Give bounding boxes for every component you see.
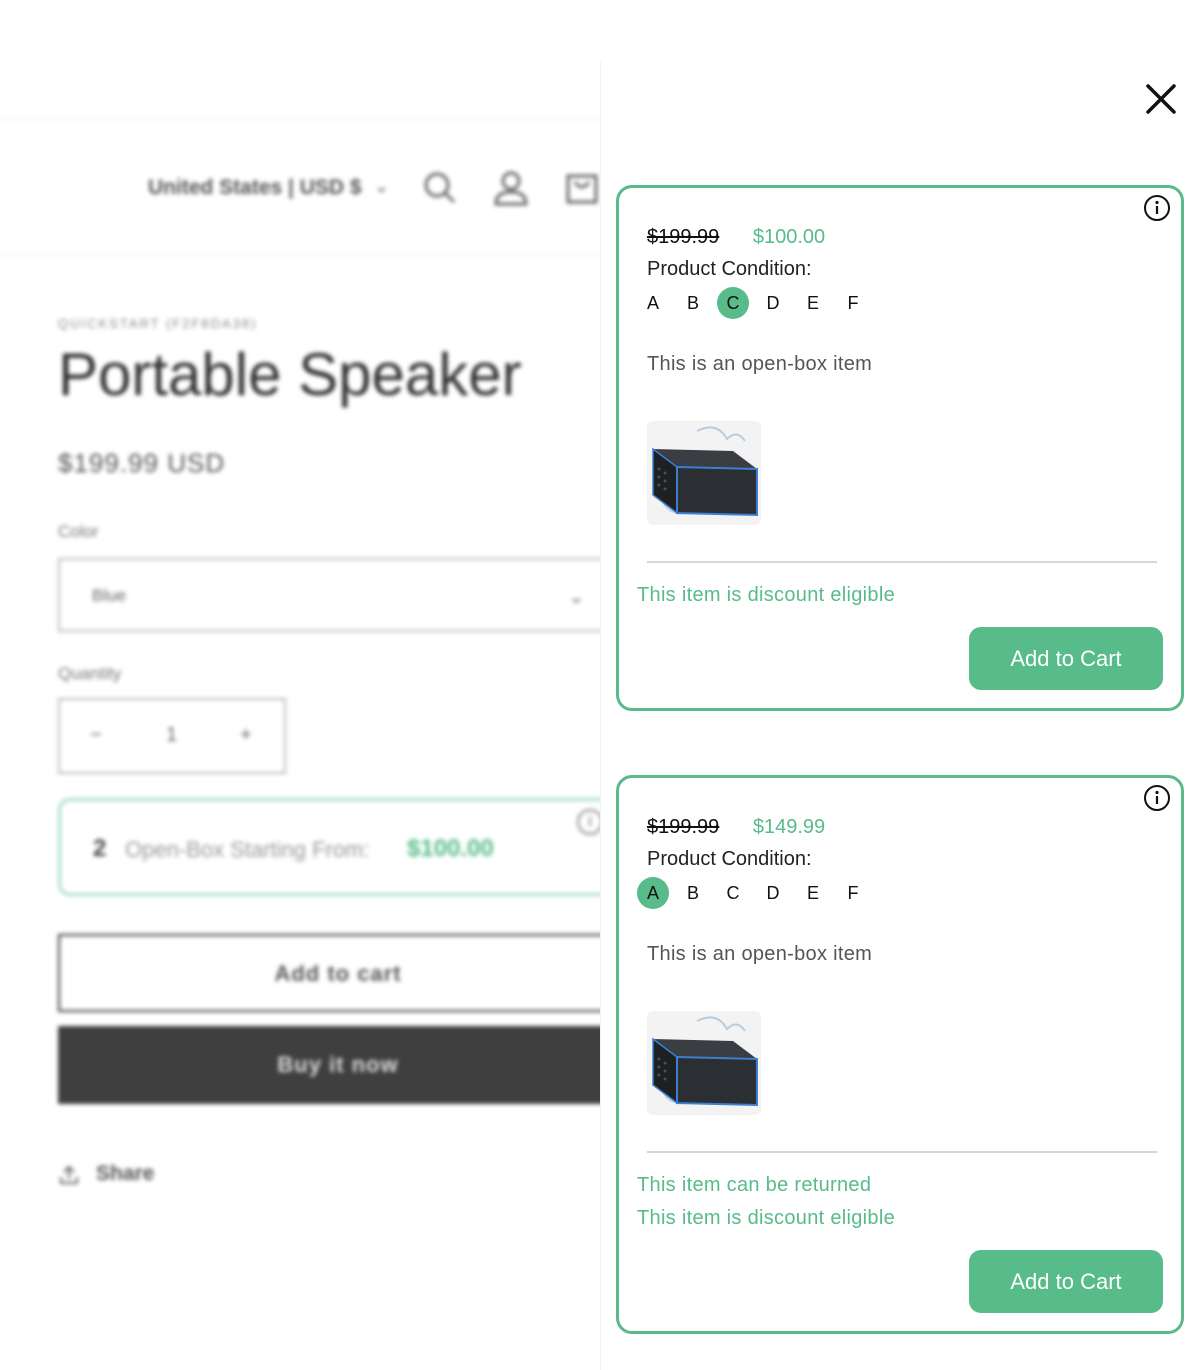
grade-e[interactable]: E (797, 287, 829, 319)
chevron-down-icon: ⌄ (568, 586, 585, 608)
grade-f[interactable]: F (837, 877, 869, 909)
product-vendor: QUICKSTART (F2F8DA38) (58, 316, 258, 331)
grade-b[interactable]: B (677, 877, 709, 909)
price-row: $199.99 $100.00 (647, 226, 825, 249)
listing-description: This is an open-box item (647, 353, 873, 375)
quantity-increase-button[interactable]: + (240, 724, 252, 747)
color-select[interactable]: Blue ⌄ (58, 558, 618, 632)
card-divider (647, 1151, 1157, 1153)
grade-f[interactable]: F (837, 287, 869, 319)
grade-c-selected[interactable]: C (717, 287, 749, 319)
grade-a-selected[interactable]: A (637, 877, 669, 909)
quantity-value[interactable]: 1 (166, 724, 177, 747)
share-icon (60, 1165, 78, 1184)
product-price: $199.99 USD (58, 448, 226, 478)
color-select-value: Blue (92, 586, 127, 605)
open-box-listing-card: $199.99 $149.99 Product Condition: A B C… (616, 775, 1184, 1334)
condition-label: Product Condition: (647, 848, 812, 870)
header-divider (0, 255, 620, 256)
card-divider (647, 561, 1157, 563)
info-icon[interactable] (1143, 194, 1171, 222)
grade-e[interactable]: E (797, 877, 829, 909)
perk-returnable: This item can be returned (637, 1174, 872, 1196)
original-price: $199.99 (647, 816, 720, 838)
info-icon[interactable] (1143, 784, 1171, 812)
add-to-cart-button[interactable]: Add to Cart (969, 1250, 1163, 1313)
grade-b[interactable]: B (677, 287, 709, 319)
price-row: $199.99 $149.99 (647, 816, 825, 839)
quantity-stepper[interactable]: − 1 + (58, 698, 286, 774)
sale-price: $149.99 (752, 816, 826, 838)
account-icon[interactable] (491, 168, 531, 208)
quantity-label: Quantity (58, 664, 122, 683)
buy-now-button[interactable]: Buy it now (58, 1026, 618, 1104)
add-to-cart-button[interactable]: Add to cart (58, 934, 618, 1012)
condition-label: Product Condition: (647, 258, 812, 280)
cart-icon[interactable] (562, 168, 602, 208)
product-thumbnail[interactable] (647, 1011, 761, 1115)
open-box-listing-card: $199.99 $100.00 Product Condition: A B C… (616, 185, 1184, 711)
locale-selector[interactable]: United States | USD $ (148, 176, 362, 200)
open-box-price: $100.00 (407, 835, 494, 862)
grade-a[interactable]: A (637, 287, 669, 319)
open-box-label: Open-Box Starting From: (125, 837, 370, 862)
grade-c[interactable]: C (717, 877, 749, 909)
product-title: Portable Speaker (58, 341, 522, 408)
perk-discount-eligible: This item is discount eligible (637, 1207, 895, 1229)
share-button[interactable]: Share (96, 1162, 154, 1186)
grade-d[interactable]: D (757, 287, 789, 319)
original-price: $199.99 (647, 226, 720, 248)
sale-price: $100.00 (752, 226, 826, 248)
open-box-count: 2 (93, 835, 107, 862)
color-label: Color (58, 522, 99, 541)
condition-grades: A B C D E F (637, 877, 877, 909)
add-to-cart-button[interactable]: Add to Cart (969, 627, 1163, 690)
open-box-banner[interactable]: 2 Open-Box Starting From: $100.00 i (58, 798, 628, 896)
announcement-divider (0, 118, 620, 119)
product-thumbnail[interactable] (647, 421, 761, 525)
search-icon[interactable] (420, 168, 460, 208)
speaker-image (647, 421, 761, 525)
close-icon[interactable] (1142, 80, 1180, 118)
listing-description: This is an open-box item (647, 943, 873, 965)
condition-grades: A B C D E F (637, 287, 877, 319)
quantity-decrease-button[interactable]: − (90, 724, 102, 747)
chevron-down-icon: ⌄ (374, 176, 390, 196)
grade-d[interactable]: D (757, 877, 789, 909)
speaker-image (647, 1011, 761, 1115)
perk-discount-eligible: This item is discount eligible (637, 584, 895, 606)
